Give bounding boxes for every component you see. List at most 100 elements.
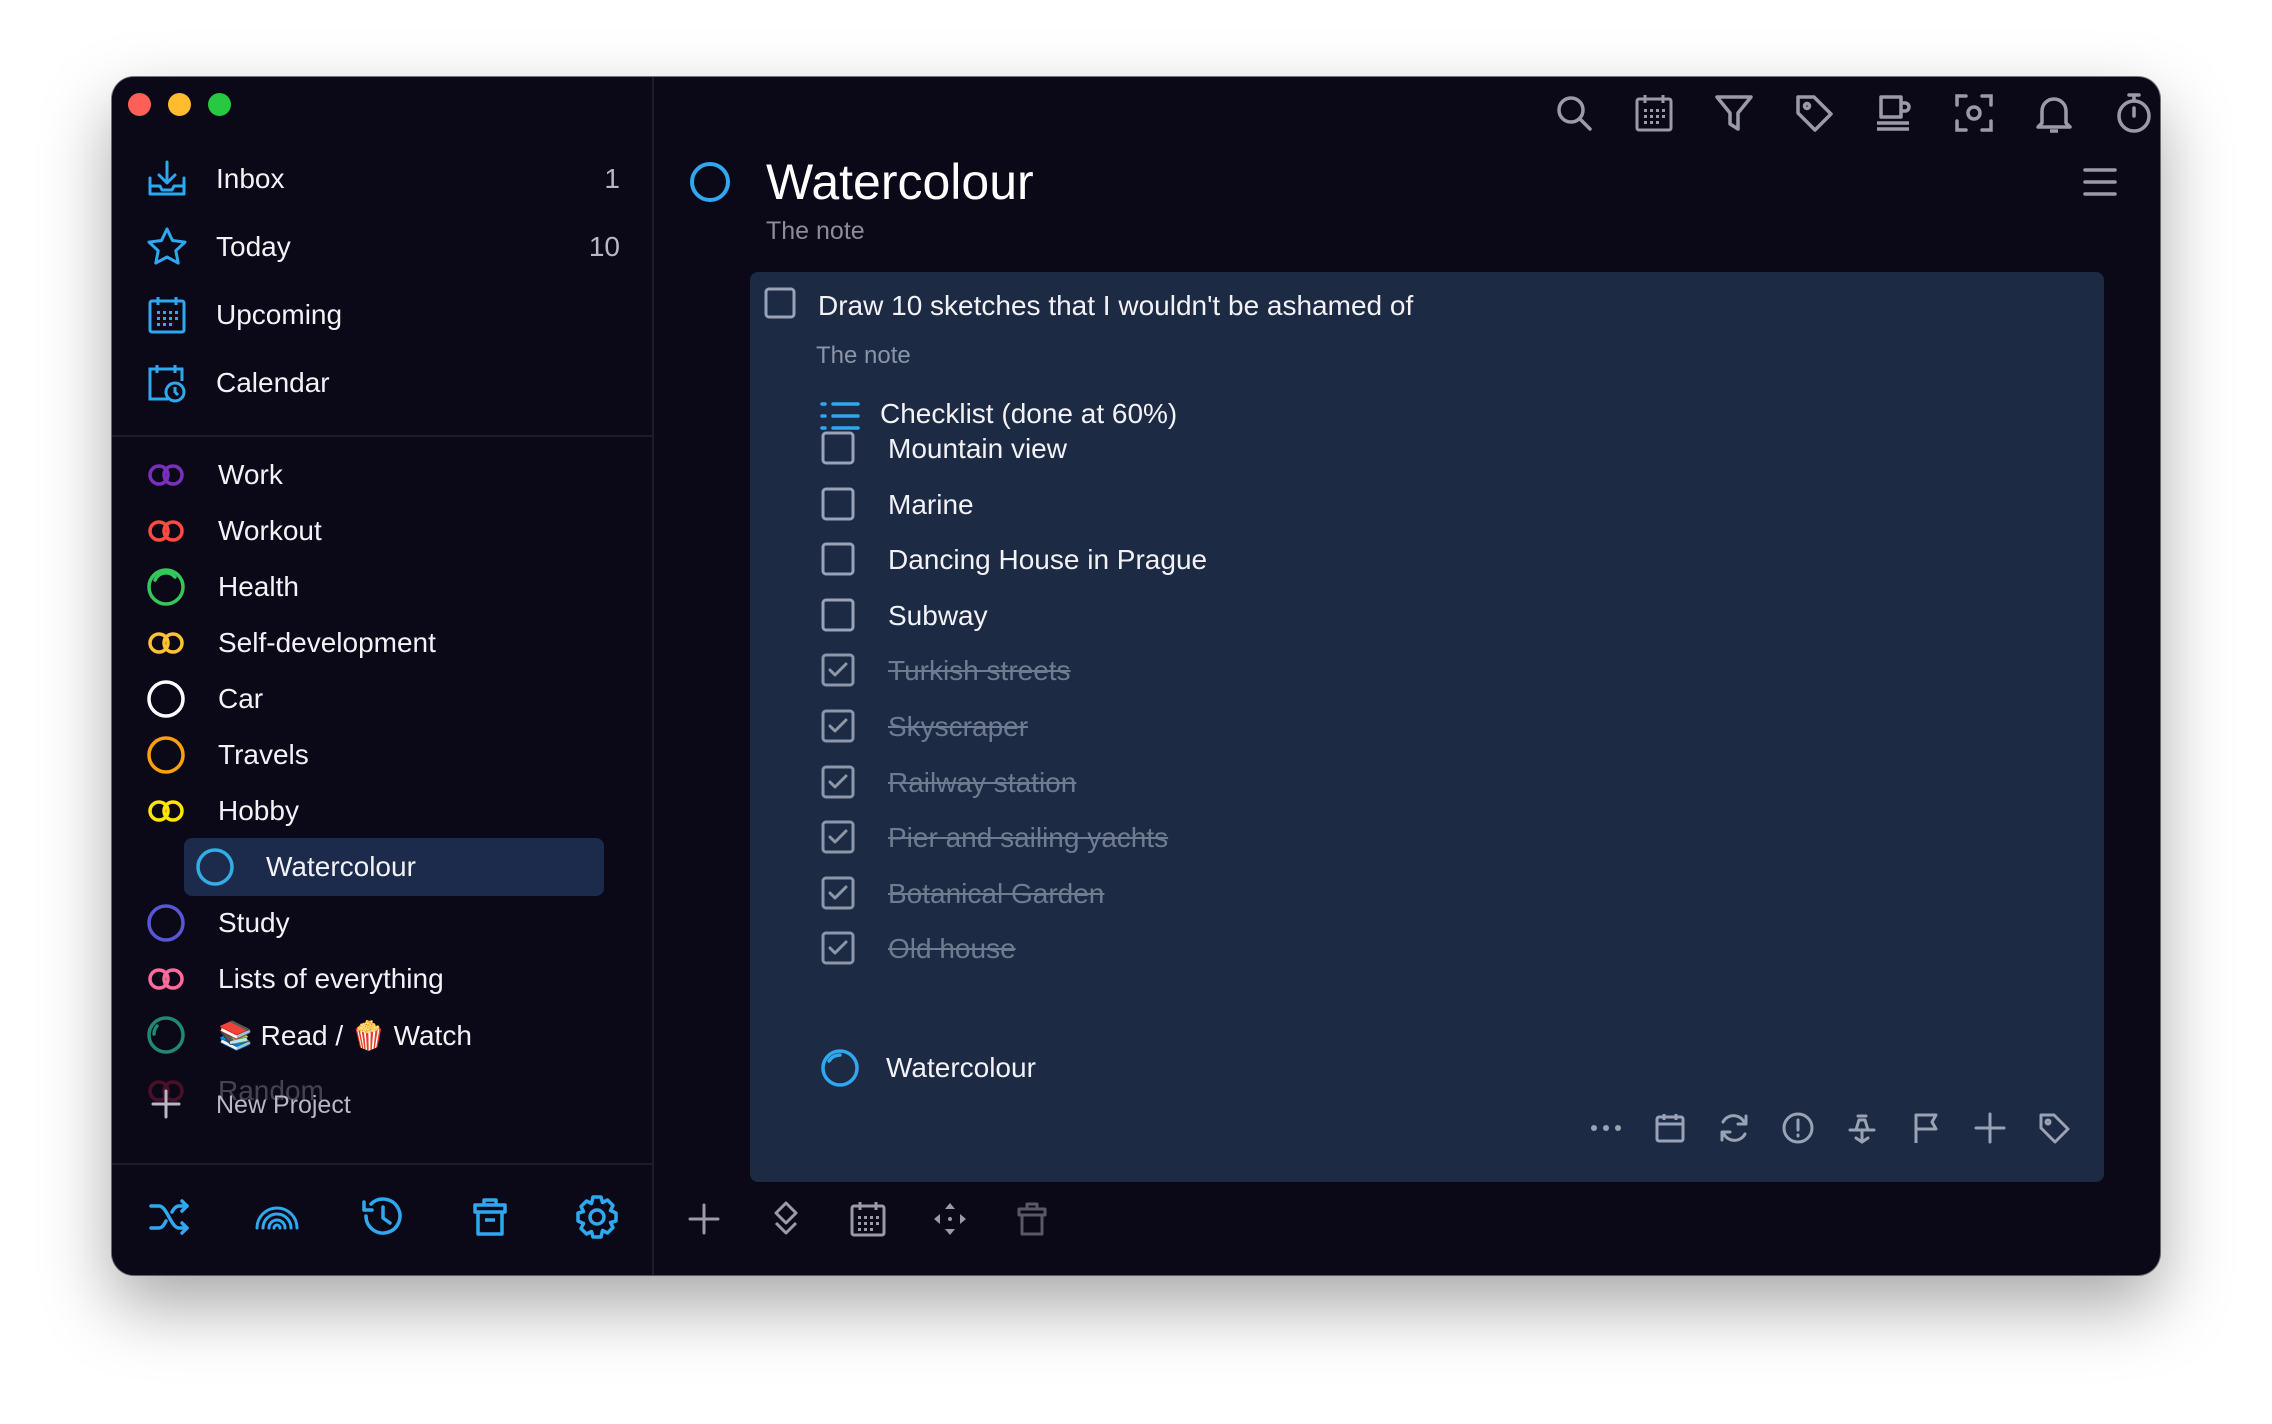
priority-alert-icon[interactable]: [1780, 1110, 1816, 1146]
checkbox[interactable]: [821, 542, 855, 576]
checked-checkbox[interactable]: [821, 820, 855, 854]
project-ring-icon: [145, 1014, 187, 1056]
checked-checkbox[interactable]: [821, 709, 855, 743]
sidebar-project-label: Self-development: [218, 627, 436, 658]
close-window-button[interactable]: [128, 93, 151, 116]
repeat-icon[interactable]: [1716, 1110, 1752, 1146]
task-title[interactable]: Draw 10 sketches that I wouldn't be asha…: [818, 290, 1413, 322]
calendar-grid-icon[interactable]: [1632, 91, 1676, 135]
subproject-link[interactable]: Watercolour: [886, 1052, 1036, 1084]
rainbow-icon[interactable]: [252, 1192, 302, 1242]
move-arrows-icon[interactable]: [930, 1199, 970, 1239]
page-title: Watercolour: [766, 154, 1034, 210]
sidebar-item-label: Today: [216, 231, 291, 262]
sidebar-project-item[interactable]: Health: [112, 559, 652, 615]
sidebar-project-item[interactable]: Watercolour: [112, 838, 652, 896]
project-ring-icon: [145, 734, 187, 776]
menu-lines-icon[interactable]: [2080, 162, 2120, 202]
settings-gear-icon[interactable]: [572, 1192, 622, 1242]
filter-icon[interactable]: [1712, 91, 1756, 135]
sidebar-item-today[interactable]: Today 10: [112, 215, 652, 279]
project-ring-icon: [145, 958, 187, 1000]
sort-diamond-icon[interactable]: [766, 1199, 806, 1239]
checkbox[interactable]: [821, 487, 855, 521]
tag-icon[interactable]: [2036, 1110, 2072, 1146]
sidebar-project-label: Hobby: [218, 795, 299, 826]
more-dots-icon[interactable]: [1588, 1110, 1624, 1146]
sidebar-project-item[interactable]: Self-development: [112, 615, 652, 671]
checked-checkbox[interactable]: [821, 653, 855, 687]
trash-icon[interactable]: [465, 1192, 515, 1242]
bell-icon[interactable]: [2032, 91, 2076, 135]
checklist-item[interactable]: Railway station: [750, 756, 2104, 808]
sidebar-project-item[interactable]: Workout: [112, 503, 652, 559]
date-icon[interactable]: [1652, 1110, 1688, 1146]
new-project-button[interactable]: New Project: [112, 1077, 652, 1133]
sidebar-project-item[interactable]: Work: [112, 447, 652, 503]
checklist-item[interactable]: Dancing House in Prague: [750, 533, 2104, 585]
count-badge: 1: [604, 163, 620, 194]
project-ring-icon: [145, 510, 187, 552]
checklist-item-text: Skyscraper: [888, 711, 1029, 742]
move-plus-icon[interactable]: [1972, 1110, 2008, 1146]
checked-checkbox[interactable]: [821, 765, 855, 799]
checklist-item[interactable]: Botanical Garden: [750, 867, 2104, 919]
task-card[interactable]: Draw 10 sketches that I wouldn't be asha…: [750, 272, 2104, 1182]
sidebar-project-item[interactable]: Car: [112, 671, 652, 727]
project-ring-icon: [145, 678, 187, 720]
checklist-item[interactable]: Pier and sailing yachts: [750, 811, 2104, 863]
stopwatch-icon[interactable]: [2112, 91, 2156, 135]
sidebar-footer-divider: [112, 1163, 652, 1165]
focus-target-icon[interactable]: [1952, 91, 1996, 135]
checklist-item-text: Turkish streets: [888, 655, 1071, 687]
sidebar-project-label: Lists of everything: [218, 963, 444, 994]
checklist-item[interactable]: Marine: [750, 478, 2104, 530]
window-controls: [128, 93, 231, 116]
minimize-window-button[interactable]: [168, 93, 191, 116]
task-note[interactable]: The note: [816, 342, 911, 370]
task-checkbox[interactable]: [764, 287, 796, 319]
tag-icon[interactable]: [1792, 91, 1836, 135]
checklist-item-text: Dancing House in Prague: [888, 544, 1208, 576]
search-icon[interactable]: [1552, 91, 1596, 135]
pin-icon[interactable]: [1844, 1110, 1880, 1146]
read-label: Read /: [260, 1020, 344, 1051]
sidebar-project-item[interactable]: Travels: [112, 727, 652, 783]
sidebar-project-item[interactable]: 📚 Read / 🍿 Watch: [112, 1007, 652, 1063]
zoom-window-button[interactable]: [208, 93, 231, 116]
sidebar-project-item[interactable]: Lists of everything: [112, 951, 652, 1007]
coffee-cup-icon[interactable]: [1872, 91, 1916, 135]
sidebar-project-label: Travels: [218, 739, 309, 770]
trash-icon[interactable]: [1012, 1199, 1052, 1239]
sidebar-project-item[interactable]: Hobby: [112, 783, 652, 839]
project-note: The note: [766, 217, 865, 239]
checklist-item[interactable]: Turkish streets: [750, 644, 2104, 696]
sidebar: Inbox 1 Today 10 Upcoming Calendar Work …: [112, 77, 654, 1275]
checklist-item[interactable]: Subway: [750, 589, 2104, 641]
project-ring-icon: [145, 622, 187, 664]
checklist-item[interactable]: Mountain view: [750, 422, 2104, 474]
checklist-item[interactable]: Old house: [750, 922, 2104, 974]
calendar-clock-icon: [146, 362, 188, 404]
checkbox[interactable]: [821, 431, 855, 465]
count-badge: 10: [588, 231, 620, 262]
add-task-plus-icon[interactable]: [684, 1199, 724, 1239]
sidebar-item-label: Calendar: [216, 367, 330, 398]
flag-icon[interactable]: [1908, 1110, 1944, 1146]
sidebar-item-upcoming[interactable]: Upcoming: [112, 283, 652, 347]
checked-checkbox[interactable]: [821, 931, 855, 965]
sidebar-item-inbox[interactable]: Inbox 1: [112, 147, 652, 211]
sidebar-item-calendar[interactable]: Calendar: [112, 351, 652, 415]
checklist-item[interactable]: Skyscraper: [750, 700, 2104, 752]
sidebar-project-label: Health: [218, 571, 299, 602]
sidebar-project-item[interactable]: Study: [112, 895, 652, 951]
checklist-item-text: Mountain view: [888, 433, 1067, 464]
checklist-item-text: Botanical Garden: [888, 877, 1105, 909]
calendar-grid-icon: [146, 294, 188, 336]
checklist-item-text: Subway: [888, 599, 988, 631]
checkbox[interactable]: [821, 598, 855, 632]
history-icon[interactable]: [358, 1192, 408, 1242]
shuffle-icon[interactable]: [145, 1192, 195, 1242]
checked-checkbox[interactable]: [821, 876, 855, 910]
calendar-grid-icon[interactable]: [848, 1199, 888, 1239]
